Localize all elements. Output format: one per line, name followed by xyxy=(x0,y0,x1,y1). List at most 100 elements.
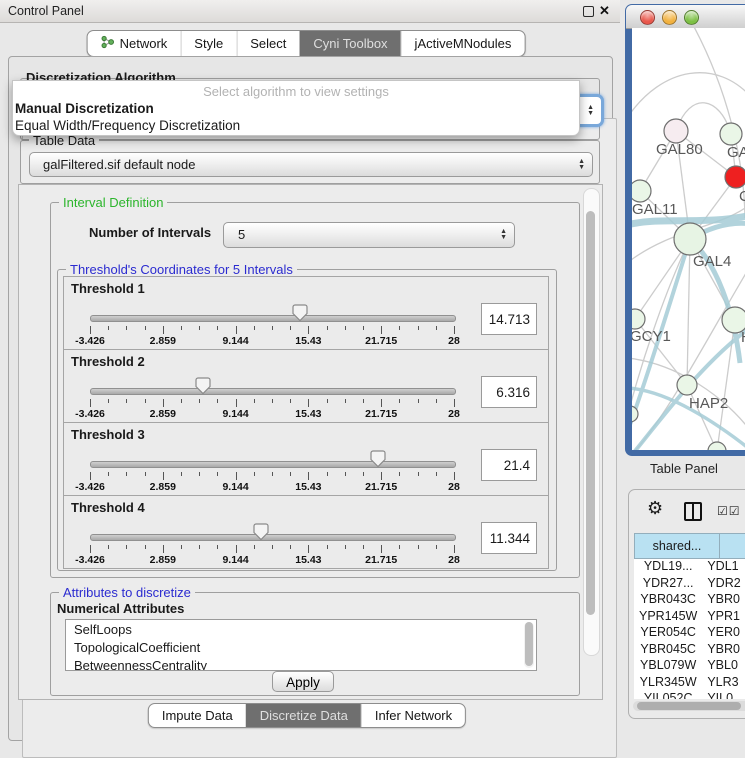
tick-mark xyxy=(199,326,200,330)
slider-thumb[interactable] xyxy=(370,450,386,468)
apply-button[interactable]: Apply xyxy=(272,671,334,692)
dropdown-option-equal-width-frequency[interactable]: Equal Width/Frequency Discretization xyxy=(13,118,579,135)
close-traffic-light[interactable] xyxy=(640,10,655,25)
cell-name: YDL1 xyxy=(702,559,745,576)
threshold-value-field[interactable]: 6.316 xyxy=(481,376,537,408)
close-icon[interactable]: ✕ xyxy=(599,3,610,19)
node-label: GA xyxy=(727,144,745,161)
network-node-node-bottom[interactable] xyxy=(708,442,726,450)
tab-label: Discretize Data xyxy=(260,708,348,723)
minimize-traffic-light[interactable] xyxy=(662,10,677,25)
table-row[interactable]: YDL19...YDL1 xyxy=(634,559,745,576)
network-node-ga[interactable] xyxy=(720,123,742,145)
tab-style[interactable]: Style xyxy=(180,31,236,56)
threshold-value-field[interactable]: 21.4 xyxy=(481,449,537,481)
numerical-attributes-label: Numerical Attributes xyxy=(57,601,184,616)
tab-jactivemnodules[interactable]: jActiveMNodules xyxy=(401,31,525,56)
tick-mark xyxy=(163,399,164,407)
dropdown-option-manual-discretization[interactable]: Manual Discretization xyxy=(13,101,579,118)
tick-mark xyxy=(90,545,91,553)
number-of-intervals-label: Number of Intervals xyxy=(89,225,211,240)
cell-name: YER0 xyxy=(702,625,745,642)
gear-icon[interactable]: ⚙ xyxy=(647,498,663,519)
column-header-na[interactable]: na xyxy=(719,533,745,559)
float-panel-icon[interactable] xyxy=(583,6,594,17)
tick-mark xyxy=(308,472,309,480)
number-of-intervals-spinner[interactable]: 5 ▲▼ xyxy=(223,222,515,248)
network-node-gcy1[interactable] xyxy=(632,309,645,329)
table-horizontal-scrollbar[interactable] xyxy=(633,701,745,711)
tick-label: 28 xyxy=(448,335,460,347)
threshold-panel-2: Threshold 2-3.4262.8599.14415.4321.71528… xyxy=(63,349,549,423)
tick-mark xyxy=(272,399,273,403)
tab-discretize-data[interactable]: Discretize Data xyxy=(246,704,361,727)
checkbox-icons[interactable]: ☑☑ xyxy=(717,504,741,518)
cell-shared-name: YLR345W xyxy=(634,675,702,692)
tick-mark xyxy=(163,326,164,334)
attribute-item-betweennesscentrality[interactable]: BetweennessCentrality xyxy=(66,656,536,671)
slider-ticks: -3.4262.8599.14415.4321.71528 xyxy=(90,350,454,422)
slider-thumb[interactable] xyxy=(292,304,308,322)
tick-mark xyxy=(399,545,400,549)
table-data-combobox[interactable]: galFiltered.sif default node ▲▼ xyxy=(29,152,593,177)
slider-ticks: -3.4262.8599.14415.4321.71528 xyxy=(90,496,454,568)
tab-impute-data[interactable]: Impute Data xyxy=(149,704,246,727)
numerical-attributes-list[interactable]: SelfLoopsTopologicalCoefficientBetweenne… xyxy=(65,619,537,671)
scrollbar-thumb[interactable] xyxy=(637,702,741,710)
network-node-gal80[interactable] xyxy=(664,119,688,143)
tab-cyni-toolbox[interactable]: Cyni Toolbox xyxy=(299,31,400,56)
tick-mark xyxy=(181,326,182,330)
tick-mark xyxy=(217,326,218,330)
table-row[interactable]: YER054CYER0 xyxy=(634,625,745,642)
tab-network[interactable]: Network xyxy=(88,31,181,56)
network-canvas[interactable]: GAL80GACGAL11GAL4GCY1HHAP2 xyxy=(632,28,745,450)
cell-shared-name: YPR145W xyxy=(634,609,702,626)
network-node-c[interactable] xyxy=(725,166,745,188)
table-row[interactable]: YLR345WYLR3 xyxy=(634,675,745,692)
tick-mark xyxy=(345,326,346,330)
tab-label: Impute Data xyxy=(162,708,233,723)
tab-infer-network[interactable]: Infer Network xyxy=(361,704,465,727)
tick-mark xyxy=(199,472,200,476)
network-window-titlebar xyxy=(626,5,745,29)
tick-mark xyxy=(327,326,328,330)
tab-select[interactable]: Select xyxy=(236,31,299,56)
table-row[interactable]: YPR145WYPR1 xyxy=(634,609,745,626)
table-row[interactable]: YBL079WYBL0 xyxy=(634,658,745,675)
zoom-traffic-light[interactable] xyxy=(684,10,699,25)
columns-icon[interactable] xyxy=(684,502,702,521)
table-row[interactable]: YDR27...YDR2 xyxy=(634,576,745,593)
slider-ticks: -3.4262.8599.14415.4321.71528 xyxy=(90,277,454,349)
threshold-panel-3: Threshold 3-3.4262.8599.14415.4321.71528… xyxy=(63,422,549,496)
column-header-shared[interactable]: shared... xyxy=(634,533,720,559)
tick-mark xyxy=(236,472,237,480)
table-row[interactable]: YIL052CYIL0 xyxy=(634,691,745,699)
main-scrollbar[interactable] xyxy=(583,188,600,656)
tick-mark xyxy=(145,472,146,476)
tick-mark xyxy=(436,472,437,476)
attributes-list-scrollbar[interactable] xyxy=(524,622,534,668)
scrollbar-thumb[interactable] xyxy=(586,211,595,615)
threshold-value-field[interactable]: 14.713 xyxy=(481,303,537,335)
table-row[interactable]: YBR043CYBR0 xyxy=(634,592,745,609)
slider-thumb[interactable] xyxy=(195,377,211,395)
network-node-gal11[interactable] xyxy=(632,180,651,202)
attribute-item-selfloops[interactable]: SelfLoops xyxy=(66,620,536,638)
combo-stepper-icon: ▲▼ xyxy=(578,159,585,171)
threshold-value-field[interactable]: 11.344 xyxy=(481,522,537,554)
network-node-gal4[interactable] xyxy=(674,223,706,255)
table-rows: YDL19...YDL1YDR27...YDR2YBR043CYBR0YPR14… xyxy=(634,559,745,699)
tick-mark xyxy=(418,472,419,476)
tick-mark xyxy=(236,399,237,407)
slider-thumb[interactable] xyxy=(253,523,269,541)
tick-mark xyxy=(381,326,382,334)
dropdown-hint: Select algorithm to view settings xyxy=(13,81,579,101)
tab-label: jActiveMNodules xyxy=(415,36,512,51)
combo-stepper-icon: ▲▼ xyxy=(587,105,594,117)
attribute-item-topologicalcoefficient[interactable]: TopologicalCoefficient xyxy=(66,638,536,656)
attributes-title: Attributes to discretize xyxy=(59,585,195,600)
tick-mark xyxy=(90,472,91,480)
scrollbar-thumb[interactable] xyxy=(525,622,533,666)
table-row[interactable]: YBR045CYBR0 xyxy=(634,642,745,659)
network-node-hap2[interactable] xyxy=(677,375,697,395)
